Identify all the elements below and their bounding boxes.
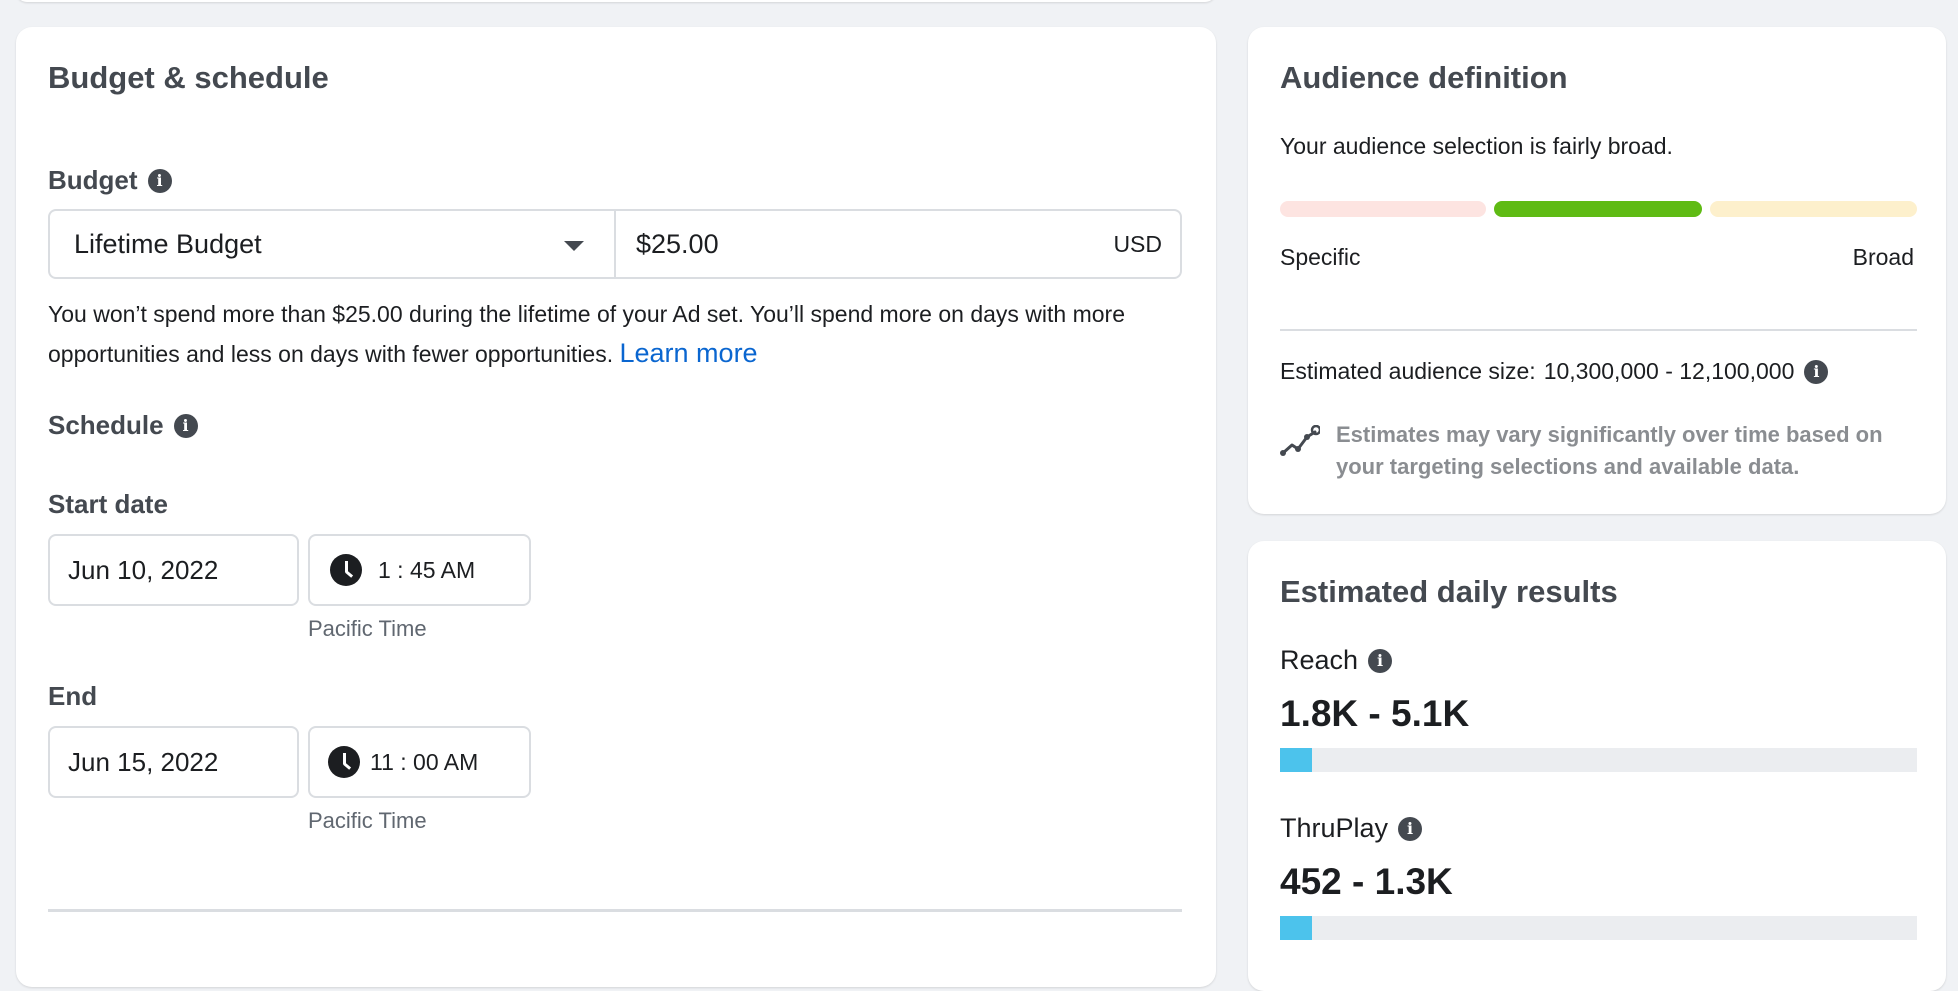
budget-amount-input[interactable]: $25.00 USD [618,211,1180,277]
audience-size-label: Estimated audience size: [1280,358,1536,384]
learn-more-link[interactable]: Learn more [620,338,758,368]
caret-down-icon [564,241,584,251]
end-timezone: Pacific Time [308,808,427,833]
budget-label-row: Budget i [48,165,172,196]
meter-broad-label: Broad [1852,244,1914,270]
end-date-input[interactable]: Jun 15, 2022 [48,726,299,798]
info-icon[interactable]: i [1368,648,1393,673]
thruplay-bar-fill [1280,916,1312,940]
info-icon[interactable]: i [173,413,198,438]
audience-size-value: 10,300,000 - 12,100,000 [1543,358,1795,384]
end-date-label: End [48,681,98,711]
budget-schedule-card: Budget & schedule Budget i Lifetime Budg… [16,27,1216,987]
estimate-note: Estimates may vary significantly over ti… [1336,422,1883,479]
audience-description: Your audience selection is fairly broad. [1280,133,1673,159]
audience-meter-broad [1710,201,1917,217]
thruplay-label: ThruPlay [1280,813,1389,843]
audience-meter-specific [1280,201,1486,217]
budget-type-value: Lifetime Budget [74,228,262,259]
info-icon[interactable]: i [147,168,172,193]
start-time-input[interactable]: 1 : 45 AM [308,534,531,606]
reach-bar [1280,748,1917,772]
audience-divider [1280,329,1917,331]
info-icon[interactable]: i [1398,816,1423,841]
budget-amount-value: $25.00 [636,228,719,259]
start-time-value: 1 : 45 AM [378,556,476,583]
audience-size-row: Estimated audience size: 10,300,000 - 12… [1280,358,1829,385]
reach-bar-fill [1280,748,1312,772]
reach-label: Reach [1280,645,1359,675]
audience-definition-card: Audience definition Your audience select… [1248,27,1946,514]
end-date-value: Jun 15, 2022 [68,746,219,777]
audience-title: Audience definition [1280,60,1568,95]
schedule-label-row: Schedule i [48,410,198,441]
budget-help-text: You won’t spend more than $25.00 during … [48,295,1198,374]
start-date-label: Start date [48,489,168,519]
reach-value: 1.8K - 5.1K [1280,693,1470,734]
end-time-value: 11 : 00 AM [370,748,479,775]
thruplay-label-row: ThruPlay i [1280,813,1423,844]
budget-help-message: You won’t spend more than $25.00 during … [48,301,1125,367]
budget-type-dropdown[interactable]: Lifetime Budget [50,211,616,277]
budget-label: Budget [48,165,138,195]
start-date-input[interactable]: Jun 10, 2022 [48,534,299,606]
section-divider [48,909,1182,912]
thruplay-value: 452 - 1.3K [1280,861,1453,902]
thruplay-bar [1280,916,1917,940]
budget-input-group: Lifetime Budget $25.00 USD [48,209,1182,279]
estimated-daily-results-card: Estimated daily results Reach i 1.8K - 5… [1248,541,1946,991]
currency-label: USD [1113,230,1162,257]
trend-line-icon [1280,425,1320,456]
info-icon[interactable]: i [1804,359,1829,384]
audience-meter-fairly-broad [1494,201,1702,217]
end-time-input[interactable]: 11 : 00 AM [308,726,531,798]
clock-icon [328,746,360,778]
budget-schedule-title: Budget & schedule [48,60,329,95]
start-date-value: Jun 10, 2022 [68,554,219,585]
previous-card-edge [16,0,1216,2]
start-timezone: Pacific Time [308,616,427,641]
results-title: Estimated daily results [1280,574,1618,609]
schedule-label: Schedule [48,410,164,440]
reach-label-row: Reach i [1280,645,1393,676]
clock-icon [330,554,362,586]
meter-specific-label: Specific [1280,244,1361,270]
